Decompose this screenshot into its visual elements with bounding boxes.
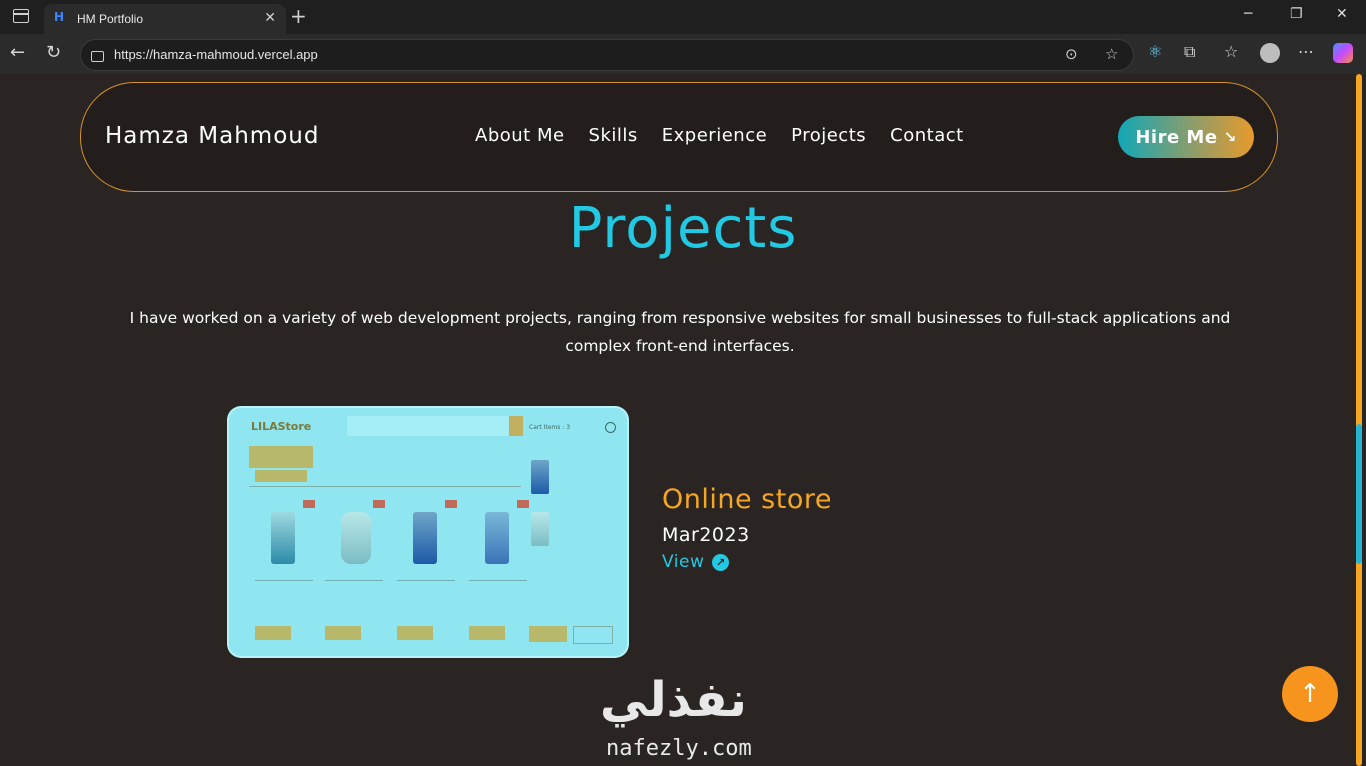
scroll-to-top-button[interactable]: ↑ [1282, 666, 1338, 722]
thumbnail-checkout [529, 626, 567, 642]
thumbnail-departments [249, 446, 313, 468]
arrow-down-right-icon: ↘ [1223, 128, 1237, 146]
thumbnail-product-text [397, 580, 455, 593]
thumbnail-add-button [255, 626, 291, 640]
address-bar-row: ← ↻ https://hamza-mahmoud.vercel.app ⊙ ☆… [0, 34, 1366, 74]
thumbnail-search [347, 416, 522, 436]
thumbnail-product [323, 500, 385, 640]
thumbnail-sale-tag [255, 470, 307, 482]
arrow-up-icon: ↑ [1299, 679, 1321, 709]
project-title: Online store [662, 484, 832, 515]
favorites-icon[interactable]: ☆ [1224, 42, 1238, 61]
profile-avatar[interactable] [1260, 43, 1280, 63]
thumbnail-product-image [413, 512, 437, 564]
back-icon[interactable]: ← [10, 42, 25, 63]
site-navbar: Hamza Mahmoud About Me Skills Experience… [80, 82, 1278, 192]
nav-link-experience[interactable]: Experience [662, 125, 767, 146]
thumbnail-cart-item [529, 512, 599, 552]
thumbnail-badge [445, 500, 457, 508]
page-viewport: Hamza Mahmoud About Me Skills Experience… [0, 74, 1366, 766]
scrollbar-track[interactable] [1356, 74, 1362, 766]
browser-tab[interactable]: H HM Portfolio ✕ [44, 4, 286, 34]
sidebar-toggle-icon[interactable] [13, 9, 29, 23]
extensions-icon[interactable]: ⧉ [1184, 42, 1195, 62]
section-title: Projects [568, 196, 798, 261]
external-link-icon: ↗ [712, 553, 730, 571]
thumbnail-product-image [341, 512, 371, 564]
watermark-arabic: نفذلي [600, 672, 747, 728]
scrollbar-thumb[interactable] [1356, 424, 1362, 564]
nav-link-contact[interactable]: Contact [890, 125, 964, 146]
address-bar[interactable]: https://hamza-mahmoud.vercel.app ⊙ ☆ [80, 39, 1134, 71]
thumbnail-cart-image [531, 460, 549, 494]
nav-links: About Me Skills Experience Projects Cont… [475, 125, 964, 146]
tab-title: HM Portfolio [77, 12, 144, 26]
project-view-label: View [662, 552, 705, 572]
nav-link-projects[interactable]: Projects [791, 125, 866, 146]
project-date: Mar2023 [662, 524, 750, 546]
watermark-latin: nafezly.com [606, 736, 752, 761]
thumbnail-badge [517, 500, 529, 508]
nav-link-skills[interactable]: Skills [589, 125, 638, 146]
favorite-star-icon[interactable]: ☆ [1105, 45, 1118, 63]
thumbnail-badge [303, 500, 315, 508]
tab-close-icon[interactable]: ✕ [264, 10, 276, 26]
thumbnail-badge [373, 500, 385, 508]
close-window-icon[interactable]: ✕ [1336, 6, 1348, 22]
thumbnail-product [395, 500, 457, 640]
thumbnail-product-text [325, 580, 383, 593]
restore-icon[interactable]: ❐ [1290, 6, 1303, 22]
thumbnail-product [253, 500, 315, 640]
copilot-icon[interactable] [1333, 43, 1353, 63]
thumbnail-divider [249, 486, 521, 487]
thumbnail-search-button [509, 416, 523, 436]
hire-me-button[interactable]: Hire Me ↘ [1118, 116, 1254, 158]
minimize-icon[interactable]: ─ [1244, 6, 1252, 22]
thumbnail-add-button [325, 626, 361, 640]
thumbnail-logo: LILAStore [251, 420, 312, 433]
reload-icon[interactable]: ↻ [46, 42, 61, 63]
site-brand[interactable]: Hamza Mahmoud [105, 123, 319, 149]
tab-favicon-icon: H [54, 10, 65, 24]
new-tab-icon[interactable]: + [290, 4, 307, 28]
thumbnail-cart-image [531, 512, 549, 546]
thumbnail-add-button [469, 626, 505, 640]
browser-tab-bar: H HM Portfolio ✕ + ─ ❐ ✕ [0, 0, 1366, 34]
nav-link-about[interactable]: About Me [475, 125, 565, 146]
thumbnail-cart-item [529, 460, 599, 500]
thumbnail-cart-title: Cart Items : 3 [529, 424, 571, 431]
thumbnail-product-text [469, 580, 527, 593]
thumbnail-add-button [397, 626, 433, 640]
react-devtools-icon[interactable]: ⚛ [1148, 42, 1162, 61]
thumbnail-product [467, 500, 529, 640]
thumbnail-product-image [485, 512, 509, 564]
hire-me-label: Hire Me [1135, 126, 1218, 148]
project-view-link[interactable]: View ↗ [662, 552, 730, 572]
thumbnail-product-text [255, 580, 313, 593]
project-thumbnail[interactable]: LILAStore Cart Items : 3 [229, 408, 627, 656]
thumbnail-close-icon [605, 422, 616, 433]
thumbnail-shop-more [573, 626, 613, 644]
site-info-icon[interactable] [91, 51, 104, 62]
thumbnail-product-image [271, 512, 295, 564]
url-text[interactable]: https://hamza-mahmoud.vercel.app [114, 47, 318, 62]
settings-more-icon[interactable]: ⋯ [1298, 42, 1314, 61]
more-options-icon[interactable]: ⊙ [1065, 45, 1078, 63]
section-intro: I have worked on a variety of web develo… [129, 309, 1231, 355]
